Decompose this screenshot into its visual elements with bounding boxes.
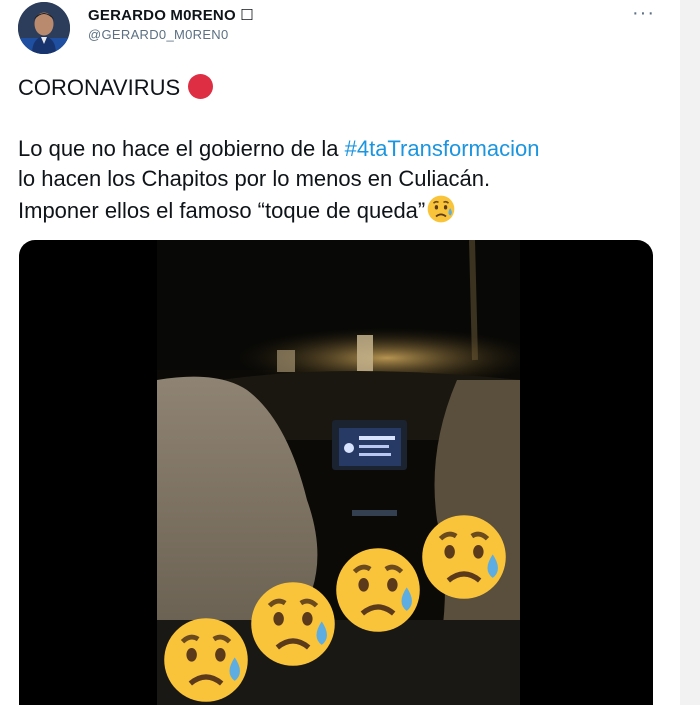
tweet-text-line-1: Lo que no hace el gobierno de la #4taTra… [18,134,668,164]
tweet-text-line-3: Imponer ellos el famoso “toque de queda” [18,194,668,226]
hashtag-link[interactable]: #4taTransformacion [345,136,540,161]
scroll-gutter [680,0,700,705]
tweet-text: Lo que no hace el gobierno de la #4taTra… [18,134,668,226]
tweet-headline: CORONAVIRUS [18,73,214,103]
sad-relieved-emoji-icon [422,515,506,599]
sad-relieved-emoji-icon [251,582,335,666]
red-circle-icon [188,74,214,99]
sad-relieved-emoji-icon [336,548,420,632]
tweet-card[interactable]: GERARDO M0RENO ☐ @GERARD0_M0REN0 ··· COR… [0,0,680,705]
text-segment: Lo que no hace el gobierno de la [18,136,345,161]
user-handle[interactable]: @GERARD0_M0REN0 [88,27,229,42]
sad-relieved-emoji-icon [427,195,455,223]
more-icon[interactable]: ··· [632,2,655,25]
headline-text: CORONAVIRUS [18,75,181,100]
video-player[interactable] [19,240,653,705]
text-segment: Imponer ellos el famoso “toque de queda” [18,198,426,223]
sad-relieved-emoji-icon [164,618,248,702]
avatar[interactable] [18,2,70,54]
tweet-text-line-2: lo hacen los Chapitos por lo menos en Cu… [18,166,491,191]
display-name[interactable]: GERARDO M0RENO ☐ [88,6,254,24]
